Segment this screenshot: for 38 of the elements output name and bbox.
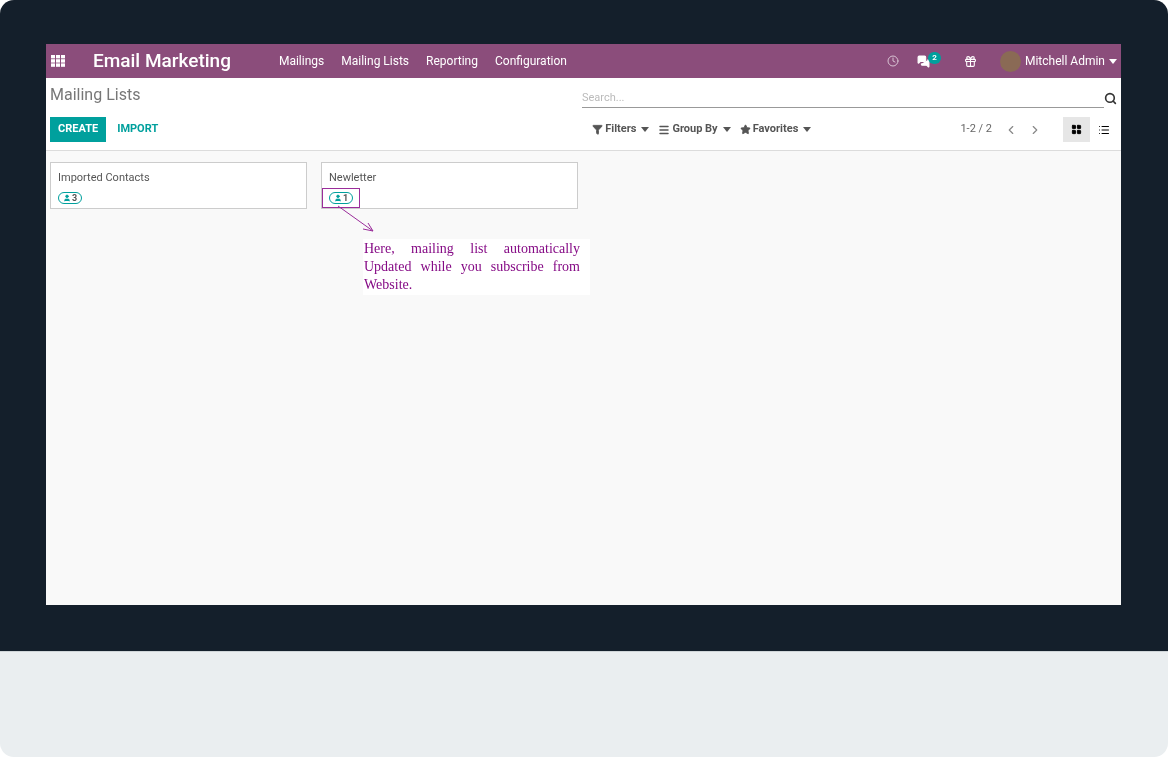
message-count-badge: 2 (928, 52, 941, 64)
pager: 1-2 / 2 (960, 121, 992, 138)
search-icon[interactable] (1104, 92, 1117, 105)
chat-icon[interactable] (917, 54, 931, 68)
breadcrumb: Mailing Lists (50, 84, 141, 106)
clock-icon[interactable] (887, 55, 900, 67)
user-menu[interactable]: Mitchell Admin (1024, 52, 1105, 70)
caret-icon (722, 127, 731, 132)
person-icon (63, 194, 71, 202)
mailing-list-card[interactable]: Newletter 1 (321, 162, 578, 209)
annotation-text: Here, mailing list automatically Updated while you subscribe from Website. (363, 239, 590, 295)
menu-item[interactable]: Mailing Lists (341, 52, 410, 70)
app-title: Email Marketing (93, 47, 231, 74)
caret-icon (641, 127, 650, 132)
gift-icon[interactable] (963, 54, 977, 68)
card-title: Newletter (329, 171, 378, 185)
filter-icon (592, 124, 604, 135)
mailing-list-card[interactable]: Imported Contacts 3 (50, 162, 307, 209)
search-field[interactable]: Search... (582, 88, 1104, 108)
star-icon (739, 124, 751, 135)
caret-icon (803, 127, 812, 132)
card-title: Imported Contacts (58, 171, 151, 185)
person-icon (334, 194, 342, 202)
grid-icon (1071, 124, 1082, 135)
apps-grid-icon[interactable] (51, 55, 65, 67)
menu-icon (658, 123, 671, 136)
import-button[interactable]: IMPORT (106, 117, 170, 142)
menu-item[interactable]: Mailings (278, 52, 325, 70)
filter-dropdown[interactable]: Group By (658, 121, 731, 138)
kanban-view-button[interactable] (1063, 117, 1090, 142)
menu-item[interactable]: Reporting (426, 52, 478, 70)
filter-dropdown[interactable]: Filters (592, 121, 650, 138)
menu-item[interactable]: Configuration (495, 52, 567, 70)
filter-dropdown[interactable]: Favorites (739, 121, 812, 138)
create-button[interactable]: CREATE (50, 117, 107, 142)
list-icon (1097, 123, 1110, 136)
caret-icon (1109, 58, 1117, 64)
annotation-arrow (337, 205, 375, 233)
